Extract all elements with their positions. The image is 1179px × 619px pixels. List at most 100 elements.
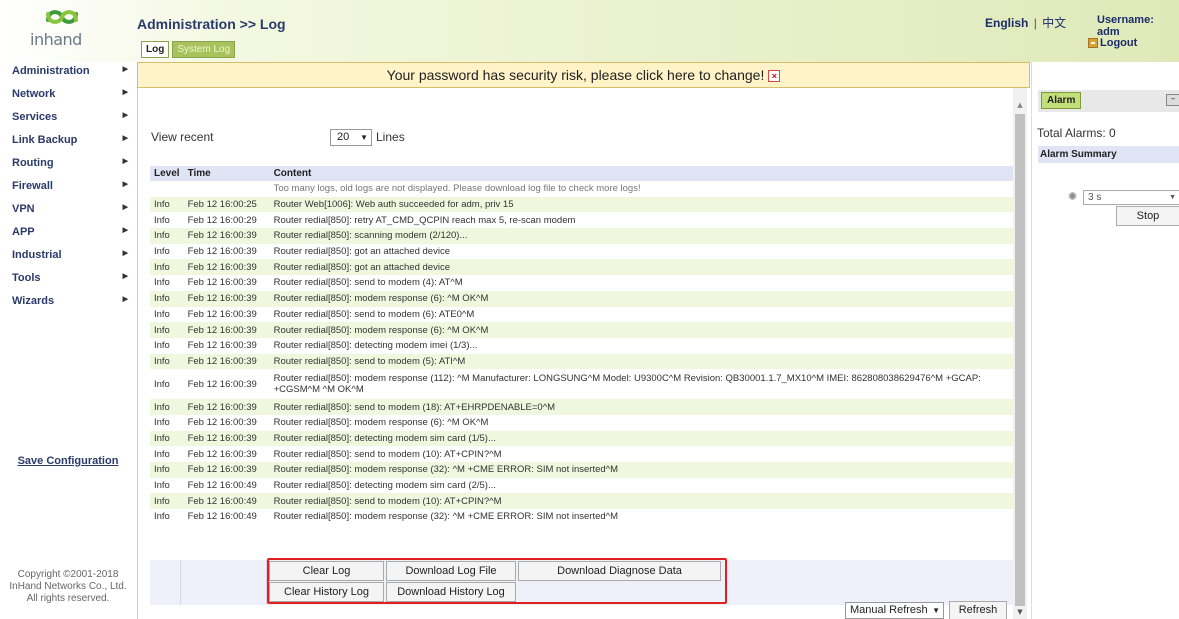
log-content: Router redial[850]: modem response (112)… — [269, 369, 1014, 400]
sidebar-item-label: Routing — [12, 157, 54, 169]
dropdown-arrow-icon: ▼ — [360, 133, 368, 142]
lang-chinese[interactable]: 中文 — [1042, 16, 1066, 30]
log-time: Feb 12 16:00:39 — [183, 337, 270, 354]
sidebar-item-label: Firewall — [12, 180, 53, 192]
log-level: Info — [150, 243, 184, 260]
column-divider — [180, 560, 181, 605]
logout-label[interactable]: Logout — [1100, 37, 1137, 49]
lines-label: Lines — [376, 130, 405, 144]
log-level: Info — [150, 477, 184, 494]
log-level: Info — [150, 430, 184, 447]
log-content: Router redial[850]: modem response (6): … — [269, 290, 1014, 307]
log-content: Router redial[850]: send to modem (10): … — [269, 493, 1014, 510]
header: inhand Administration >> Log Log System … — [0, 0, 1179, 62]
tab-log[interactable]: Log — [141, 41, 170, 58]
log-content: Router redial[850]: modem response (6): … — [269, 414, 1014, 431]
chevron-right-icon: ▶ — [122, 181, 128, 188]
log-time: Feb 12 16:00:29 — [183, 212, 270, 229]
alarm-interval-value: 3 s — [1088, 192, 1102, 203]
sidebar-item-firewall[interactable]: Firewall ▶ — [12, 180, 134, 192]
refresh-bar: Manual Refresh ▼ Refresh — [137, 601, 1030, 619]
loading-spinner-icon: ✺ — [1068, 190, 1078, 203]
column-header-content: Content — [269, 166, 1014, 181]
sidebar-item-label: Services — [12, 111, 58, 123]
table-row: Info Feb 12 16:00:39 Router redial[850]: s… — [150, 275, 1014, 291]
tab-system-log[interactable]: System Log — [172, 41, 236, 58]
password-warning-banner[interactable]: Your password has security risk, please … — [137, 62, 1030, 88]
table-row: Info Feb 12 16:00:39 Router redial[850]: m… — [150, 414, 1014, 431]
password-warning-text[interactable]: Your password has security risk, please … — [387, 67, 765, 83]
log-time: Feb 12 16:00:39 — [183, 290, 270, 307]
lines-select[interactable]: 20 ▼ — [330, 129, 372, 146]
sidebar-item-industrial[interactable]: Industrial ▶ — [12, 249, 134, 261]
table-row: Info Feb 12 16:00:49 Router redial[850]: d… — [150, 477, 1014, 494]
save-configuration-link[interactable]: Save Configuration — [0, 455, 136, 467]
sidebar-item-routing[interactable]: Routing ▶ — [12, 157, 134, 169]
table-row: Info Feb 12 16:00:39 Router redial[850]: m… — [150, 369, 1014, 400]
table-row: Info Feb 12 16:00:25 Router Web[1006]: Web… — [150, 196, 1014, 213]
copyright-line: Copyright ©2001-2018 — [17, 569, 119, 580]
scroll-up-icon[interactable]: ▲ — [1013, 98, 1027, 112]
column-header-time: Time — [183, 166, 270, 181]
log-time: Feb 12 16:00:49 — [183, 509, 270, 525]
sidebar-item-link-backup[interactable]: Link Backup ▶ — [12, 134, 134, 146]
table-row: Info Feb 12 16:00:39 Router redial[850]: d… — [150, 430, 1014, 447]
logo-mark-icon — [46, 10, 78, 24]
logo-text: inhand — [30, 30, 82, 49]
sidebar-item-label: Wizards — [12, 295, 55, 307]
table-row: Info Feb 12 16:00:49 Router redial[850]: m… — [150, 509, 1014, 525]
sidebar-item-app[interactable]: APP ▶ — [12, 226, 134, 238]
table-row: Info Feb 12 16:00:39 Router redial[850]: s… — [150, 306, 1014, 323]
column-header-level: Level — [150, 166, 184, 181]
alarm-interval-select[interactable]: 3 s ▼ — [1083, 190, 1179, 205]
scrollbar-thumb[interactable] — [1015, 114, 1025, 606]
table-row: Info Feb 12 16:00:39 Router redial[850]: s… — [150, 228, 1014, 244]
log-content: Router redial[850]: modem response (6): … — [269, 322, 1014, 338]
refresh-mode-select[interactable]: Manual Refresh ▼ — [845, 602, 944, 619]
tab-alarm[interactable]: Alarm — [1041, 92, 1082, 109]
table-row: Info Feb 12 16:00:39 Router redial[850]: m… — [150, 290, 1014, 307]
sidebar-item-administration[interactable]: Administration ▶ — [12, 65, 134, 77]
table-row: Info Feb 12 16:00:39 Router redial[850]: m… — [150, 322, 1014, 338]
log-level: Info — [150, 196, 184, 213]
log-content: Router redial[850]: scanning modem (2/12… — [269, 228, 1014, 244]
table-row: Info Feb 12 16:00:39 Router redial[850]: m… — [150, 462, 1014, 478]
table-row: Info Feb 12 16:00:29 Router redial[850]: r… — [150, 212, 1014, 229]
sidebar-item-wizards[interactable]: Wizards ▶ — [12, 295, 134, 307]
refresh-button[interactable]: Refresh — [949, 601, 1007, 619]
table-row: Info Feb 12 16:00:49 Router redial[850]: s… — [150, 493, 1014, 510]
sidebar-item-label: Link Backup — [12, 134, 78, 146]
stop-button[interactable]: Stop — [1116, 206, 1179, 226]
sidebar-item-tools[interactable]: Tools ▶ — [12, 272, 134, 284]
sidebar-item-label: VPN — [12, 203, 35, 215]
log-level: Info — [150, 212, 184, 229]
table-cell — [150, 181, 184, 197]
sidebar-item-vpn[interactable]: VPN ▶ — [12, 203, 134, 215]
log-frame: View recent 20 ▼ Lines Level Time Conten… — [137, 88, 1030, 619]
table-header-row: Level Time Content — [150, 166, 1014, 181]
view-recent-label: View recent — [151, 130, 214, 144]
lang-english[interactable]: English — [985, 16, 1028, 30]
log-level: Info — [150, 414, 184, 431]
log-time: Feb 12 16:00:39 — [183, 430, 270, 447]
scrollbar[interactable]: ▲ ▼ — [1013, 88, 1027, 619]
logout-link[interactable]: Logout — [1088, 37, 1137, 49]
log-time: Feb 12 16:00:39 — [183, 322, 270, 338]
main-content: Your password has security risk, please … — [137, 62, 1030, 619]
log-time: Feb 12 16:00:25 — [183, 196, 270, 213]
log-level: Info — [150, 337, 184, 354]
log-time: Feb 12 16:00:39 — [183, 243, 270, 260]
log-time: Feb 12 16:00:49 — [183, 477, 270, 494]
lines-select-value: 20 — [337, 131, 350, 143]
log-content: Router redial[850]: detecting modem sim … — [269, 477, 1014, 494]
table-row: Info Feb 12 16:00:39 Router redial[850]: g… — [150, 259, 1014, 276]
log-content: Router redial[850]: send to modem (18): … — [269, 399, 1014, 415]
log-content: Router redial[850]: modem response (32):… — [269, 462, 1014, 478]
alarm-panel: Alarm – Total Alarms: 0 Alarm Summary ✺ … — [1031, 62, 1179, 619]
close-icon[interactable]: × — [768, 70, 781, 83]
chevron-right-icon: ▶ — [122, 250, 128, 257]
log-time: Feb 12 16:00:39 — [183, 399, 270, 415]
collapse-icon[interactable]: – — [1166, 94, 1179, 106]
sidebar-item-network[interactable]: Network ▶ — [12, 88, 134, 100]
sidebar-item-services[interactable]: Services ▶ — [12, 111, 134, 123]
